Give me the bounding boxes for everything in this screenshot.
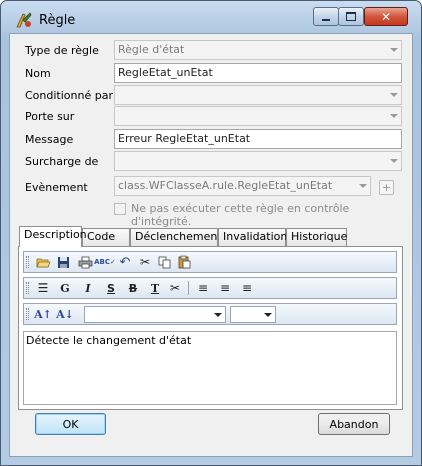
maximize-icon <box>346 12 356 21</box>
italic-button[interactable]: I <box>79 280 97 296</box>
app-icon <box>16 12 32 28</box>
dialog-body: Type de règle Règle d'état Nom RegleEtat… <box>9 33 413 457</box>
save-icon[interactable] <box>54 254 72 270</box>
evenement-value: class.WFClasseA.rule.RegleEtat_unEtat <box>118 179 333 192</box>
spellcheck-icon[interactable]: ABC✓ <box>94 254 116 270</box>
chevron-down-icon <box>390 114 398 118</box>
toolbar-format: ☰ G I S B T ✂ ≡ ≡ ≡ <box>23 277 397 299</box>
label-evenement: Evènement <box>25 181 88 194</box>
paste-icon[interactable] <box>175 254 193 270</box>
tab-invalidation[interactable]: Invalidation <box>218 228 287 246</box>
print-icon[interactable] <box>76 254 94 270</box>
chevron-down-icon <box>390 48 398 52</box>
toolbar-grip[interactable] <box>26 282 29 294</box>
align-right-icon[interactable]: ≡ <box>238 280 256 296</box>
chevron-down-icon <box>214 313 222 317</box>
tab-description[interactable]: Description <box>19 226 87 247</box>
clear-format-icon[interactable]: ✂ <box>166 280 184 296</box>
font-grow-icon[interactable]: A↑ <box>34 306 52 322</box>
label-nom: Nom <box>25 67 51 80</box>
message-input[interactable]: Erreur RegleEtat_unEtat <box>114 129 402 149</box>
surcharge-de-dropdown[interactable] <box>114 151 402 171</box>
cancel-button[interactable]: Abandon <box>318 413 390 435</box>
chevron-down-icon <box>390 93 398 97</box>
toolbar-separator <box>188 281 189 295</box>
undo-icon[interactable]: ↶ <box>116 254 134 270</box>
toolbar-grip[interactable] <box>26 308 29 320</box>
description-panel: ABC✓ ↶ ✂ ☰ G I S B T ✂ ≡ ≡ ≡ A↑ A↓ Détec… <box>18 246 403 410</box>
close-button[interactable]: ✕ <box>364 7 408 26</box>
font-size-select[interactable] <box>230 306 276 323</box>
tab-historique[interactable]: Historique <box>286 228 347 246</box>
conditionne-par-dropdown[interactable] <box>114 85 402 105</box>
minimize-icon <box>322 18 330 21</box>
label-type-regle: Type de règle <box>25 44 99 57</box>
underline-button[interactable]: S <box>102 280 120 296</box>
nom-input[interactable]: RegleEtat_unEtat <box>114 63 402 83</box>
chevron-down-icon <box>359 184 367 188</box>
message-value: Erreur RegleEtat_unEtat <box>118 132 251 145</box>
toolbar-grip[interactable] <box>26 256 29 268</box>
cut-icon[interactable]: ✂ <box>136 254 154 270</box>
label-surcharge-de: Surcharge de <box>25 155 99 168</box>
bold-button[interactable]: G <box>56 280 74 296</box>
close-icon: ✕ <box>380 9 392 24</box>
title-bar[interactable]: Règle ✕ <box>1 1 421 33</box>
maximize-button[interactable] <box>338 7 364 26</box>
type-regle-value: Règle d'état <box>118 43 185 56</box>
font-shrink-icon[interactable]: A↓ <box>56 306 74 322</box>
rule-dialog: Règle ✕ Type de règle Règle d'état Nom R… <box>0 0 422 466</box>
copy-icon[interactable] <box>155 254 173 270</box>
description-text: Détecte le changement d'état <box>26 334 192 347</box>
text-color-icon[interactable]: T <box>146 280 164 296</box>
ok-button[interactable]: OK <box>35 413 106 435</box>
tab-code[interactable]: Code <box>82 228 130 246</box>
porte-sur-dropdown[interactable] <box>114 106 402 126</box>
nom-value: RegleEtat_unEtat <box>118 66 213 79</box>
toolbar-font: A↑ A↓ <box>23 303 397 325</box>
bullet-list-icon[interactable]: ☰ <box>34 280 52 296</box>
skip-integrity-checkbox[interactable] <box>114 203 126 215</box>
minimize-button[interactable] <box>313 7 339 26</box>
align-left-icon[interactable]: ≡ <box>194 280 212 296</box>
label-porte-sur: Porte sur <box>25 110 75 123</box>
type-regle-dropdown[interactable]: Règle d'état <box>114 40 402 60</box>
window-title: Règle <box>39 13 76 28</box>
open-folder-icon[interactable] <box>34 254 52 270</box>
description-editor[interactable]: Détecte le changement d'état <box>23 331 397 405</box>
skip-integrity-label: Ne pas exécuter cette règle en contrôle … <box>131 202 350 228</box>
label-message: Message <box>25 133 74 146</box>
evenement-dropdown[interactable]: class.WFClasseA.rule.RegleEtat_unEtat <box>114 176 371 196</box>
chevron-down-icon <box>264 313 272 317</box>
tab-declenchement[interactable]: Déclenchement <box>130 228 222 246</box>
chevron-down-icon <box>390 159 398 163</box>
plus-icon: + <box>381 181 392 194</box>
font-family-select[interactable] <box>84 306 226 323</box>
label-conditionne-par: Conditionné par <box>25 89 113 102</box>
toolbar-file: ABC✓ ↶ ✂ <box>23 251 397 273</box>
strikethrough-button[interactable]: B <box>124 280 142 296</box>
align-center-icon[interactable]: ≡ <box>216 280 234 296</box>
add-evenement-button[interactable]: + <box>379 180 394 195</box>
